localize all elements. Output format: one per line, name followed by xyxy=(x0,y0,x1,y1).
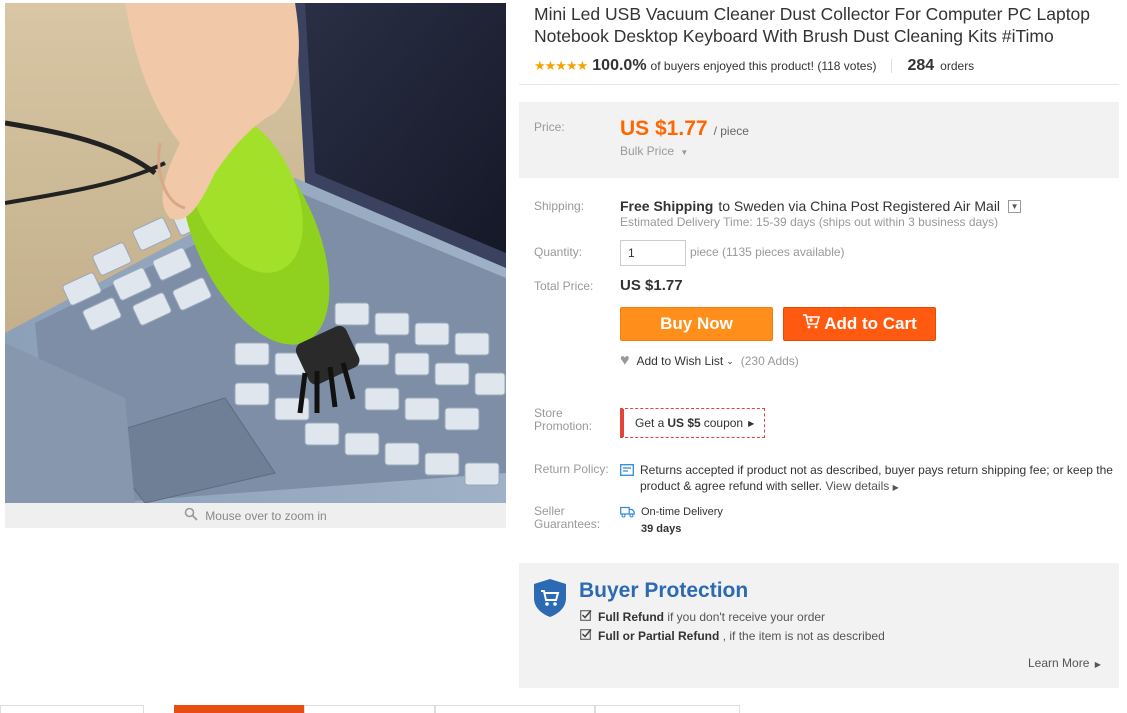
total-price-label: Total Price: xyxy=(534,279,594,293)
price-label: Price: xyxy=(534,120,565,134)
shipping-destination: to Sweden via China Post Registered Air … xyxy=(718,198,1001,214)
orders-label: orders xyxy=(940,59,975,73)
orders-count: 284 xyxy=(907,57,935,74)
rating-stars-icon: ★★★★★ xyxy=(534,58,588,73)
product-photo xyxy=(5,3,506,503)
view-details-link[interactable]: View details ▶ xyxy=(825,479,898,493)
buy-now-label: Buy Now xyxy=(660,314,733,333)
price-box xyxy=(519,102,1119,178)
tab-4[interactable] xyxy=(435,705,595,713)
divider xyxy=(519,84,1119,85)
tab-1[interactable] xyxy=(0,705,144,713)
zoom-hint: Mouse over to zoom in xyxy=(5,503,506,528)
divider xyxy=(891,59,893,73)
product-image[interactable] xyxy=(5,3,506,503)
view-details-label: View details xyxy=(825,479,890,493)
full-refund: Full Refund xyxy=(598,609,664,624)
buyer-protection-title: Buyer Protection xyxy=(579,579,749,602)
buy-now-button[interactable]: Buy Now xyxy=(620,307,773,341)
tab-active[interactable] xyxy=(174,705,304,713)
price-amount: US $1.77 xyxy=(620,117,708,140)
shipping-label: Shipping: xyxy=(534,199,585,213)
tab-5[interactable] xyxy=(595,705,740,713)
seller-guarantees-label: Seller Guarantees: xyxy=(534,505,600,531)
coupon-button[interactable]: Get a US $5 coupon ▶ xyxy=(620,408,765,438)
store-promotion-label-line2: Promotion: xyxy=(534,419,593,433)
full-refund-row: Full Refund if you don't receive your or… xyxy=(580,609,825,624)
on-time-delivery: On-time Delivery xyxy=(641,506,723,518)
delivery-days: 39 days xyxy=(641,523,682,535)
shipping-dropdown-icon[interactable]: ▼ xyxy=(1008,199,1022,213)
caret-right-icon: ▶ xyxy=(892,483,899,492)
partial-refund-text: , if the item is not as described xyxy=(722,628,885,643)
rating-percent: 100.0% xyxy=(592,57,647,74)
tab-strip xyxy=(0,705,740,713)
heart-icon: ♥ xyxy=(620,352,630,369)
rating-row: ★★★★★ 100.0% of buyers enjoyed this prod… xyxy=(534,55,974,77)
bulk-price-label: Bulk Price xyxy=(620,144,675,158)
wishlist-label: Add to Wish List xyxy=(636,354,724,368)
seller-guarantees-label-line1: Seller xyxy=(534,504,565,518)
wishlist-count: (230 Adds) xyxy=(740,354,799,368)
caret-down-icon: ▼ xyxy=(680,148,689,157)
coupon-post: coupon xyxy=(703,416,744,430)
add-to-cart-label: Add to Cart xyxy=(824,314,917,333)
rating-text: of buyers enjoyed this product! xyxy=(650,59,814,73)
return-policy: Returns accepted if product not as descr… xyxy=(620,462,1118,496)
zoom-hint-text: Mouse over to zoom in xyxy=(205,508,327,523)
price-unit: / piece xyxy=(713,124,749,138)
return-policy-label: Return Policy: xyxy=(534,462,609,476)
magnifier-icon xyxy=(184,507,198,524)
product-title: Mini Led USB Vacuum Cleaner Dust Collect… xyxy=(534,4,1091,46)
quantity-available: piece (1135 pieces available) xyxy=(690,245,845,259)
quantity-input[interactable] xyxy=(620,240,686,266)
partial-refund: Full or Partial Refund xyxy=(598,628,720,643)
caret-right-icon: ▶ xyxy=(1094,660,1101,669)
free-shipping: Free Shipping xyxy=(620,198,714,214)
coupon-amount: US $5 xyxy=(667,416,701,430)
coupon-pre: Get a xyxy=(635,416,665,430)
bulk-price-dropdown[interactable]: Bulk Price ▼ xyxy=(620,144,688,158)
partial-refund-row: Full or Partial Refund , if the item is … xyxy=(580,628,885,643)
learn-more-label: Learn More xyxy=(1028,656,1090,670)
shield-cart-icon xyxy=(533,578,567,623)
full-refund-text: if you don't receive your order xyxy=(667,609,826,624)
delivery-estimate: Estimated Delivery Time: 15-39 days (shi… xyxy=(620,215,999,229)
cart-icon xyxy=(802,314,821,334)
seller-guarantees: On-time Delivery 39 days xyxy=(620,506,723,535)
votes-link[interactable]: (118 votes) xyxy=(817,59,876,73)
learn-more-link[interactable]: Learn More ▶ xyxy=(1028,656,1101,670)
seller-guarantees-label-line2: Guarantees: xyxy=(534,517,601,531)
checkbox-icon xyxy=(580,609,592,624)
store-promotion-label: Store Promotion: xyxy=(534,407,592,433)
return-icon xyxy=(620,464,634,496)
caret-right-icon: ▶ xyxy=(748,418,755,428)
total-price: US $1.77 xyxy=(620,277,683,294)
store-promotion-label-line1: Store xyxy=(534,406,563,420)
chevron-down-icon: ⌄ xyxy=(726,355,734,366)
tab-3[interactable] xyxy=(304,705,435,713)
price: US $1.77 / piece xyxy=(620,117,749,141)
shipping-info: Free Shipping to Sweden via China Post R… xyxy=(620,198,1022,214)
checkbox-icon xyxy=(580,628,592,643)
add-to-wishlist[interactable]: ♥ Add to Wish List ⌄ (230 Adds) xyxy=(620,352,799,370)
delivery-truck-icon xyxy=(620,506,635,535)
quantity-label: Quantity: xyxy=(534,245,583,259)
add-to-cart-button[interactable]: Add to Cart xyxy=(783,307,936,341)
